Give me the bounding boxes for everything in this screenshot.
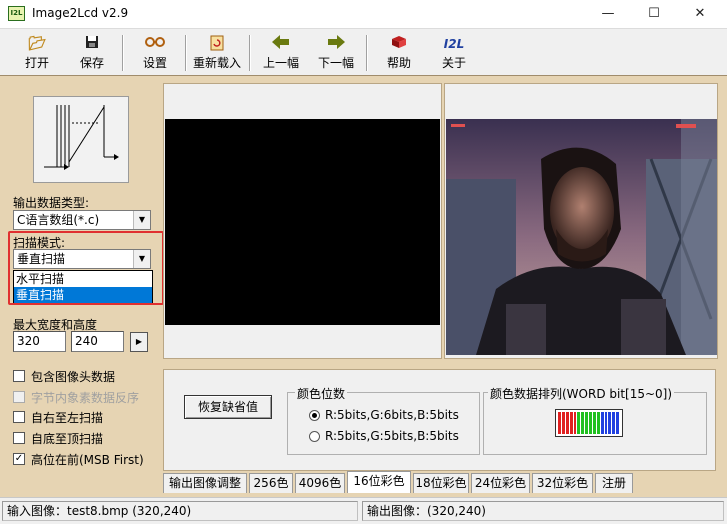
- tab-output-adjust[interactable]: 输出图像调整: [163, 473, 247, 493]
- app-icon: I2L: [8, 6, 25, 21]
- scan-mode-illustration: [33, 96, 129, 183]
- size-apply-button[interactable]: ▶: [130, 332, 148, 352]
- bit-cell: [581, 412, 585, 434]
- checkbox-bottom-to-top-label: 自底至顶扫描: [31, 432, 104, 446]
- arrow-right-icon: [309, 35, 363, 53]
- checkbox-bottom-to-top[interactable]: [13, 432, 25, 444]
- radio-565[interactable]: [309, 410, 320, 421]
- reload-icon: [189, 35, 245, 53]
- checkbox-msb-first[interactable]: ✓: [13, 453, 25, 465]
- i2l-logo-icon: I2L: [443, 37, 465, 51]
- checkbox-reverse-bytes[interactable]: [13, 391, 25, 403]
- arrow-left-icon: [254, 35, 308, 53]
- reload-button[interactable]: 重新载入: [189, 33, 245, 73]
- radio-555[interactable]: [309, 431, 320, 442]
- radio-555-label: R:5bits,G:5bits,B:5bits: [325, 429, 459, 443]
- bit-cell: [616, 412, 619, 434]
- floppy-disk-icon: [64, 35, 120, 53]
- bit-cell: [592, 412, 596, 434]
- input-image: [446, 119, 717, 355]
- tab-32bit[interactable]: 32位彩色: [532, 473, 593, 493]
- save-button[interactable]: 保存: [64, 33, 120, 73]
- options-panel: 恢复缺省值 颜色位数 R:5bits,G:6bits,B:5bits R:5bi…: [163, 369, 716, 471]
- radio-565-label: R:5bits,G:6bits,B:5bits: [325, 408, 459, 422]
- minimize-button[interactable]: —: [585, 0, 631, 28]
- status-bar: 输入图像：test8.bmp (320,240) 输出图像：(320,240): [0, 497, 727, 524]
- checkbox-right-to-left-label: 自右至左扫描: [31, 411, 104, 425]
- about-button[interactable]: I2L 关于: [428, 33, 480, 73]
- output-image: [165, 119, 440, 325]
- triangle-right-icon: ▶: [135, 337, 143, 346]
- prev-button-label: 上一幅: [262, 56, 299, 70]
- title-bar: I2L Image2Lcd v2.9 — ☐ ✕: [0, 0, 727, 28]
- bit-cell: [596, 412, 600, 434]
- bit-arrangement-bar: [555, 409, 623, 437]
- prev-button[interactable]: 上一幅: [254, 33, 308, 73]
- color-arrangement-title: 颜色数据排列(WORD bit[15~0]): [488, 385, 675, 402]
- tab-24bit[interactable]: 24位彩色: [471, 473, 530, 493]
- bit-cell: [585, 412, 588, 434]
- tab-register[interactable]: 注册: [595, 473, 633, 493]
- toolbar: 📂︎ 打开 保存 设置 重新载入 上一幅 下一幅 帮助 I2L 关于: [0, 28, 727, 75]
- status-input-image: 输入图像：test8.bmp (320,240): [2, 501, 358, 521]
- status-output-image: 输出图像：(320,240): [362, 501, 724, 521]
- close-button[interactable]: ✕: [677, 0, 723, 28]
- tab-4096[interactable]: 4096色: [295, 473, 345, 493]
- checkbox-include-header-label: 包含图像头数据: [31, 370, 116, 384]
- next-button-label: 下一幅: [317, 56, 354, 70]
- bit-cell: [604, 412, 608, 434]
- input-image-pane: [444, 83, 718, 359]
- toolbar-separator: [249, 35, 251, 71]
- tab-18bit[interactable]: 18位彩色: [413, 473, 469, 493]
- help-button[interactable]: 帮助: [372, 33, 426, 73]
- maximize-button[interactable]: ☐: [631, 0, 677, 28]
- bit-cell: [608, 412, 612, 434]
- bit-cell: [612, 412, 616, 434]
- output-type-label: 输出数据类型:: [13, 196, 90, 210]
- bit-cell: [577, 412, 581, 434]
- tab-16bit[interactable]: 16位彩色: [347, 471, 411, 493]
- next-button[interactable]: 下一幅: [309, 33, 363, 73]
- open-button-label: 打开: [24, 56, 49, 70]
- chevron-down-icon: ▼: [133, 211, 150, 229]
- settings-button-label: 设置: [142, 56, 167, 70]
- save-button-label: 保存: [79, 56, 104, 70]
- settings-button[interactable]: 设置: [128, 33, 182, 73]
- toolbar-separator: [122, 35, 124, 71]
- bit-cell: [600, 412, 604, 434]
- bit-cell: [565, 412, 569, 434]
- toolbar-separator: [366, 35, 368, 71]
- toolbar-separator: [185, 35, 187, 71]
- reload-button-label: 重新载入: [192, 56, 241, 70]
- restore-defaults-button[interactable]: 恢复缺省值: [184, 395, 272, 419]
- help-book-icon: [372, 35, 426, 53]
- bit-cell: [558, 412, 561, 434]
- max-width-input[interactable]: 320: [13, 331, 66, 352]
- output-type-value: C语言数组(*.c): [17, 213, 100, 227]
- bit-cell: [569, 412, 573, 434]
- open-button[interactable]: 📂︎ 打开: [10, 33, 64, 73]
- tab-256[interactable]: 256色: [249, 473, 293, 493]
- checkbox-msb-first-label: 高位在前(MSB First): [31, 453, 144, 467]
- open-folder-icon: 📂︎: [28, 36, 46, 52]
- checkbox-right-to-left[interactable]: [13, 411, 25, 423]
- highlight-box: [8, 231, 164, 305]
- bit-cell: [561, 412, 565, 434]
- bit-cell: [589, 412, 592, 434]
- checkbox-include-header[interactable]: [13, 370, 25, 382]
- output-image-pane: [163, 83, 442, 359]
- checkbox-reverse-bytes-label: 字节内象素数据反序: [31, 391, 140, 405]
- help-button-label: 帮助: [386, 56, 411, 70]
- bit-cell: [573, 412, 577, 434]
- glasses-icon: [128, 35, 182, 53]
- output-type-select[interactable]: C语言数组(*.c) ▼: [13, 210, 151, 230]
- max-height-input[interactable]: 240: [71, 331, 124, 352]
- color-bits-title: 颜色位数: [295, 385, 348, 402]
- about-button-label: 关于: [441, 56, 466, 70]
- checkmark-icon: ✓: [14, 453, 24, 464]
- window-title: Image2Lcd v2.9: [32, 6, 129, 20]
